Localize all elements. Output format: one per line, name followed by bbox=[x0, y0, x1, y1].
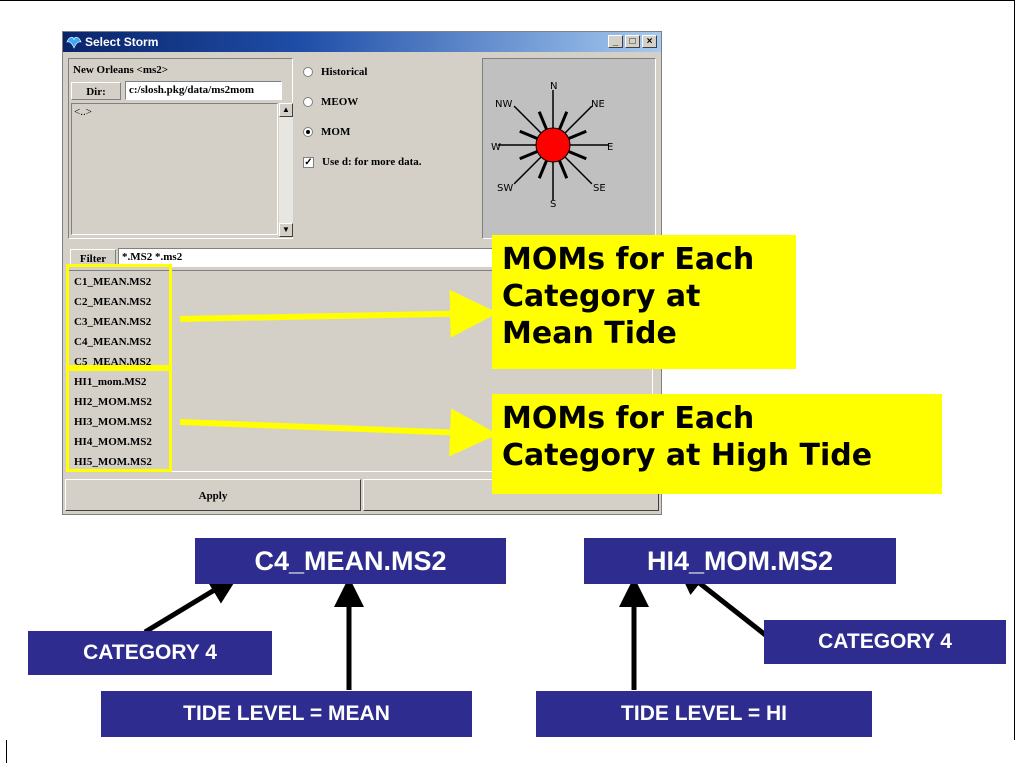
tide-hi-label: TIDE LEVEL = HI bbox=[536, 691, 872, 737]
callout-text: MOMs for Each bbox=[502, 242, 755, 277]
mean-tide-callout: MOMs for Each Category at Mean Tide bbox=[492, 235, 796, 369]
hi-filename-label: HI4_MOM.MS2 bbox=[584, 538, 896, 584]
callout-text: MOMs for Each bbox=[502, 401, 755, 436]
callout-text: Mean Tide bbox=[502, 316, 677, 351]
callout-text: Category at High Tide bbox=[502, 438, 873, 473]
mean-arrow bbox=[179, 289, 498, 338]
category-right-label: CATEGORY 4 bbox=[764, 620, 1006, 664]
mean-filename-label: C4_MEAN.MS2 bbox=[195, 538, 506, 584]
tide-mean-label: TIDE LEVEL = MEAN bbox=[101, 691, 472, 737]
category-left-label: CATEGORY 4 bbox=[28, 631, 272, 675]
callout-text: Category at bbox=[502, 279, 701, 314]
category-left-arrow bbox=[143, 575, 239, 635]
hi-arrow bbox=[179, 408, 498, 457]
high-tide-callout: MOMs for Each Category at High Tide bbox=[492, 394, 942, 494]
